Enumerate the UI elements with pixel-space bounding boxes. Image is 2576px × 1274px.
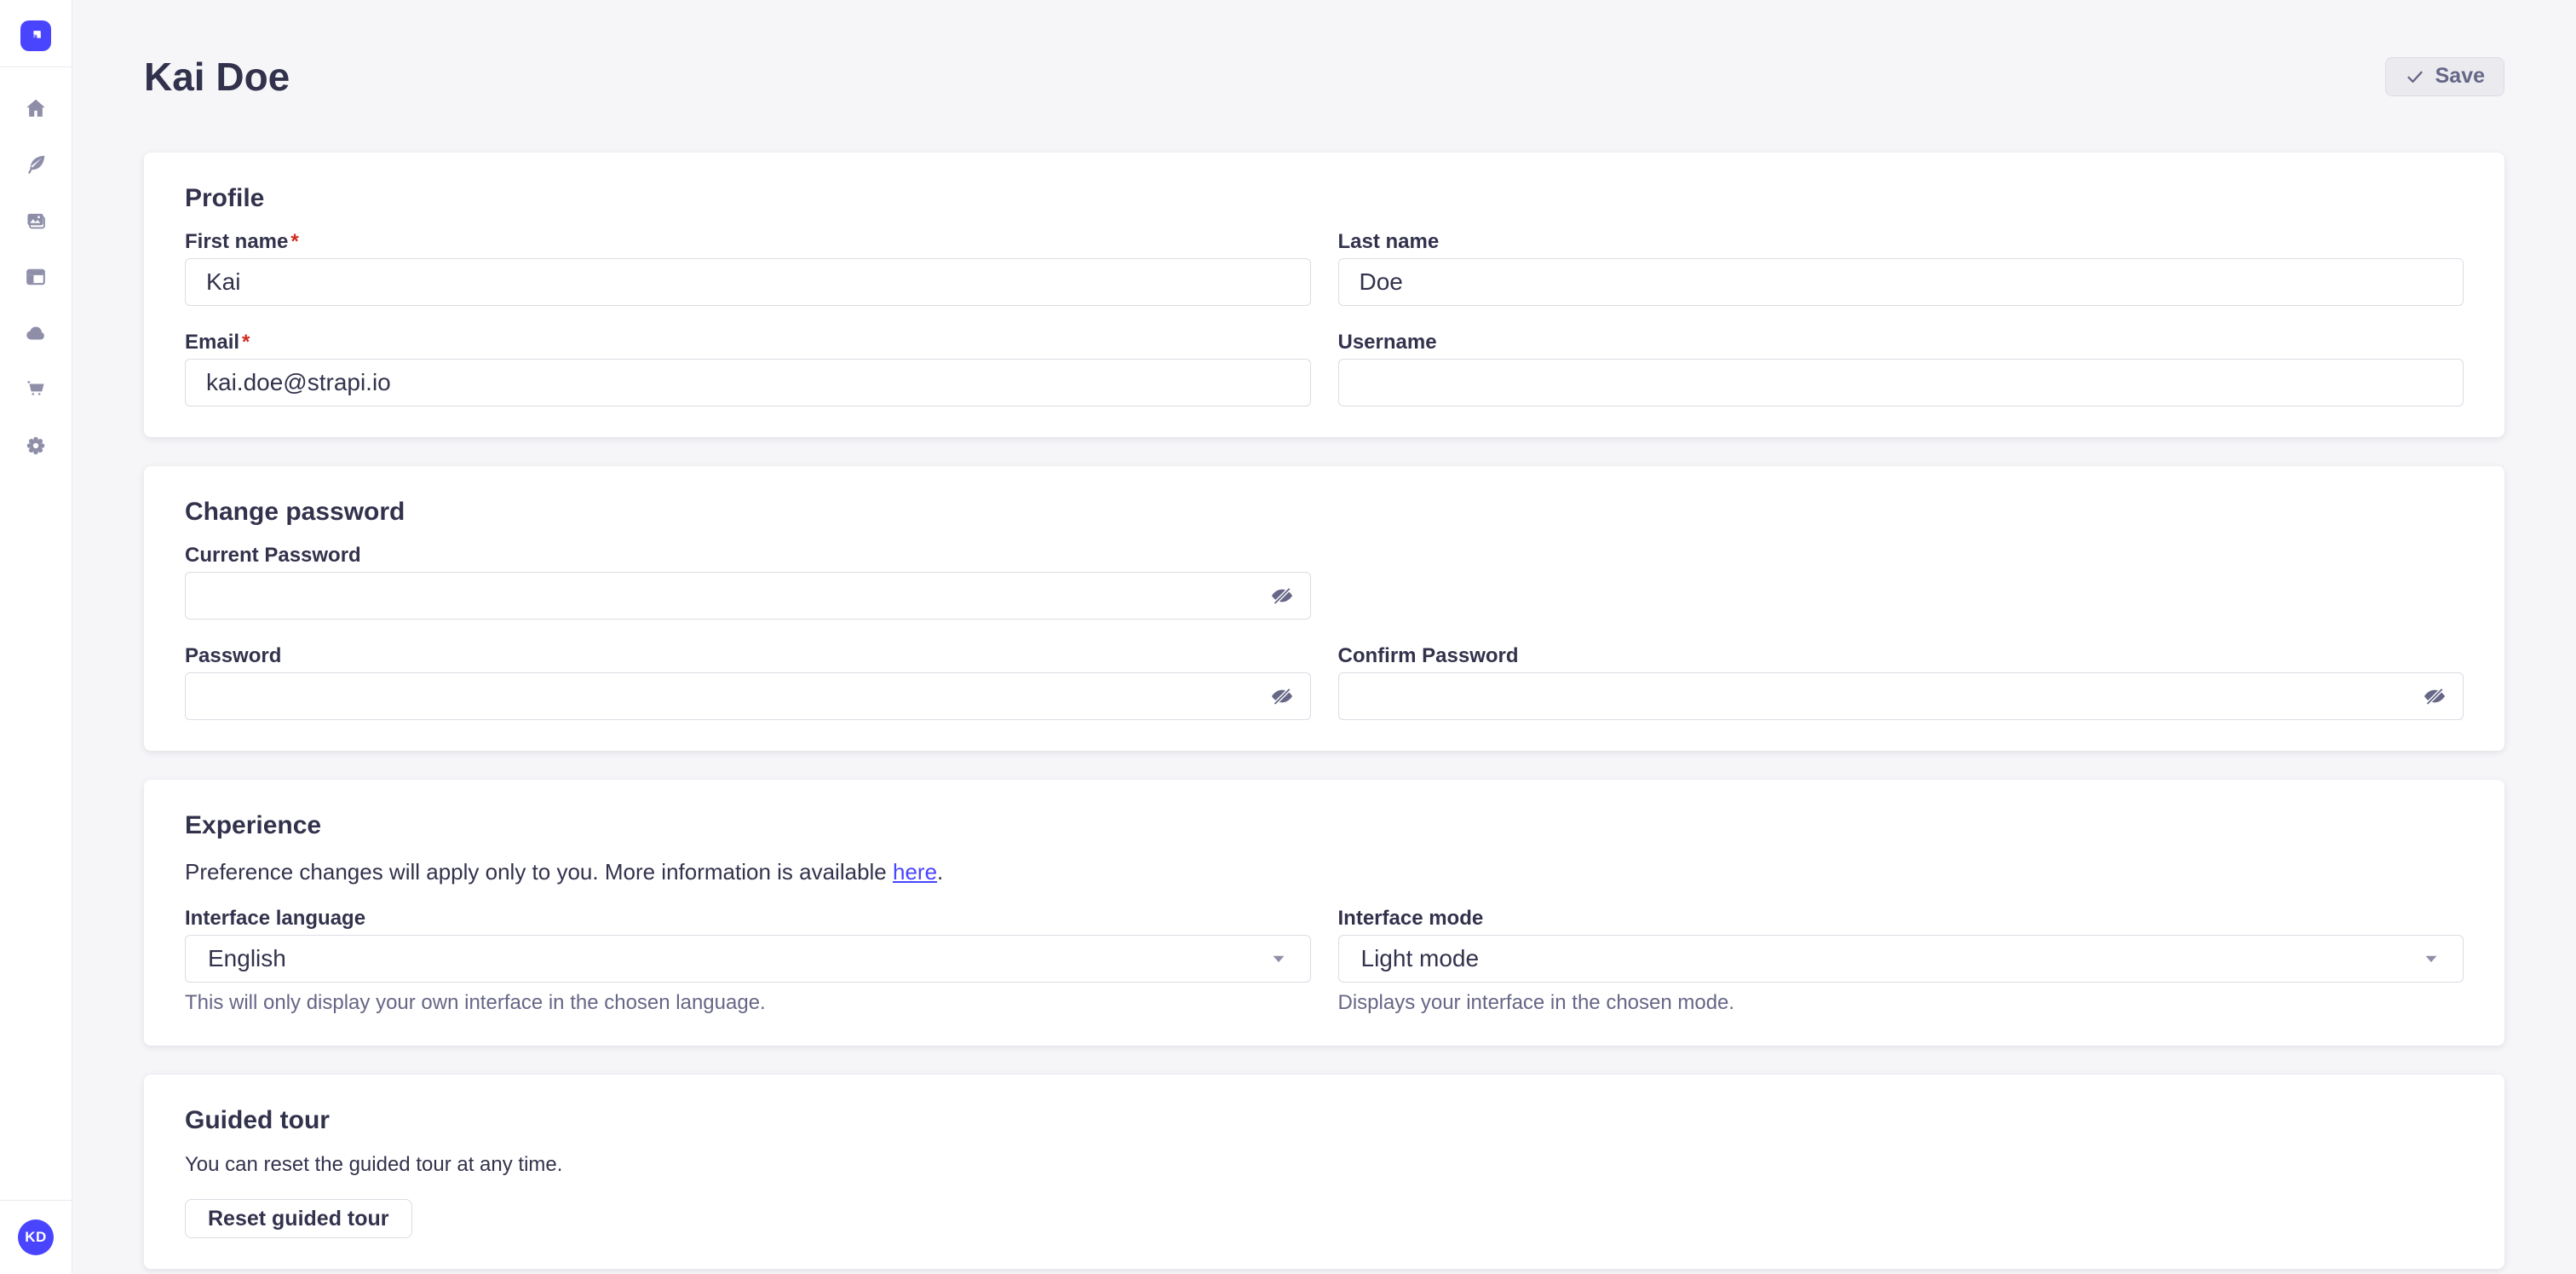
password-label: Password bbox=[185, 645, 1311, 667]
save-button[interactable]: Save bbox=[2385, 57, 2504, 96]
interface-mode-field: Interface mode Light mode Displays your … bbox=[1338, 908, 2464, 1015]
current-password-field: Current Password bbox=[185, 545, 1311, 620]
guided-tour-heading: Guided tour bbox=[185, 1105, 2464, 1136]
password-field: Password bbox=[185, 645, 1311, 720]
sidebar-item-content-manager[interactable] bbox=[24, 153, 48, 176]
interface-mode-label: Interface mode bbox=[1338, 908, 2464, 930]
cloud-icon bbox=[24, 321, 48, 345]
guided-tour-description: You can reset the guided tour at any tim… bbox=[185, 1153, 2464, 1177]
avatar-initials: KD bbox=[25, 1229, 47, 1246]
change-password-grid: Current Password Password bbox=[185, 545, 2464, 720]
page-title: Kai Doe bbox=[144, 53, 290, 101]
confirm-password-label: Confirm Password bbox=[1338, 645, 2464, 667]
page-header: Kai Doe Save bbox=[144, 0, 2504, 153]
profile-grid: First name* Last name Email* Username bbox=[185, 231, 2464, 406]
interface-language-field: Interface language English This will onl… bbox=[185, 908, 1311, 1015]
required-asterisk: * bbox=[242, 331, 250, 354]
first-name-input[interactable] bbox=[185, 258, 1311, 306]
chevron-down-icon bbox=[2422, 949, 2441, 968]
required-asterisk: * bbox=[290, 230, 298, 253]
eye-striked-icon bbox=[2422, 683, 2447, 709]
guided-tour-card: Guided tour You can reset the guided tou… bbox=[144, 1075, 2504, 1269]
confirm-password-input[interactable] bbox=[1338, 672, 2464, 720]
change-password-heading: Change password bbox=[185, 497, 2464, 527]
username-field: Username bbox=[1338, 331, 2464, 406]
chevron-down-icon bbox=[1269, 949, 1288, 968]
sidebar-nav bbox=[0, 67, 72, 458]
current-password-label: Current Password bbox=[185, 545, 1311, 567]
change-password-card: Change password Current Password bbox=[144, 466, 2504, 751]
strapi-logo[interactable] bbox=[20, 20, 51, 51]
sidebar-item-home[interactable] bbox=[24, 96, 48, 120]
cart-icon bbox=[24, 378, 48, 401]
interface-language-label: Interface language bbox=[185, 908, 1311, 930]
username-input[interactable] bbox=[1338, 359, 2464, 406]
main-content: Kai Doe Save Profile First name* Last na… bbox=[72, 0, 2576, 1274]
last-name-label: Last name bbox=[1338, 231, 2464, 253]
email-input[interactable] bbox=[185, 359, 1311, 406]
strapi-logo-icon bbox=[25, 25, 47, 47]
experience-heading: Experience bbox=[185, 810, 2464, 841]
first-name-label: First name* bbox=[185, 231, 1311, 253]
feather-icon bbox=[24, 153, 48, 176]
interface-mode-select[interactable]: Light mode bbox=[1338, 935, 2464, 983]
email-field: Email* bbox=[185, 331, 1311, 406]
last-name-input[interactable] bbox=[1338, 258, 2464, 306]
current-password-input[interactable] bbox=[185, 572, 1311, 620]
username-label: Username bbox=[1338, 331, 2464, 354]
sidebar-item-content-type-builder[interactable] bbox=[24, 265, 48, 289]
profile-heading: Profile bbox=[185, 183, 2464, 214]
interface-mode-value: Light mode bbox=[1361, 945, 1480, 972]
interface-language-value: English bbox=[208, 945, 286, 972]
strapi-admin-app: KD Kai Doe Save Profile First name* bbox=[0, 0, 2576, 1274]
sidebar-item-settings[interactable] bbox=[24, 434, 48, 458]
toggle-confirm-password-visibility-button[interactable] bbox=[2418, 679, 2452, 713]
sidebar: KD bbox=[0, 0, 72, 1274]
sidebar-item-media-library[interactable] bbox=[24, 209, 48, 233]
home-icon bbox=[24, 96, 48, 120]
eye-striked-icon bbox=[1269, 583, 1295, 608]
experience-grid: Interface language English This will onl… bbox=[185, 908, 2464, 1015]
confirm-password-field: Confirm Password bbox=[1338, 645, 2464, 720]
toggle-current-password-visibility-button[interactable] bbox=[1265, 579, 1299, 613]
layout-icon bbox=[24, 265, 48, 289]
eye-striked-icon bbox=[1269, 683, 1295, 709]
sidebar-footer: KD bbox=[0, 1200, 72, 1274]
check-icon bbox=[2405, 66, 2425, 87]
password-input[interactable] bbox=[185, 672, 1311, 720]
images-icon bbox=[24, 209, 48, 233]
interface-mode-hint: Displays your interface in the chosen mo… bbox=[1338, 991, 2464, 1015]
save-button-label: Save bbox=[2435, 64, 2485, 89]
toggle-password-visibility-button[interactable] bbox=[1265, 679, 1299, 713]
interface-language-select[interactable]: English bbox=[185, 935, 1311, 983]
reset-guided-tour-button[interactable]: Reset guided tour bbox=[185, 1199, 412, 1238]
more-information-link[interactable]: here bbox=[893, 859, 937, 885]
first-name-field: First name* bbox=[185, 231, 1311, 306]
profile-card: Profile First name* Last name Email* Use… bbox=[144, 153, 2504, 437]
email-label: Email* bbox=[185, 331, 1311, 354]
experience-card: Experience Preference changes will apply… bbox=[144, 780, 2504, 1046]
sidebar-item-marketplace[interactable] bbox=[24, 378, 48, 401]
user-avatar[interactable]: KD bbox=[18, 1219, 54, 1255]
last-name-field: Last name bbox=[1338, 231, 2464, 306]
experience-description: Preference changes will apply only to yo… bbox=[185, 858, 2464, 885]
gear-icon bbox=[24, 434, 48, 458]
interface-language-hint: This will only display your own interfac… bbox=[185, 991, 1311, 1015]
sidebar-item-deploy[interactable] bbox=[24, 321, 48, 345]
